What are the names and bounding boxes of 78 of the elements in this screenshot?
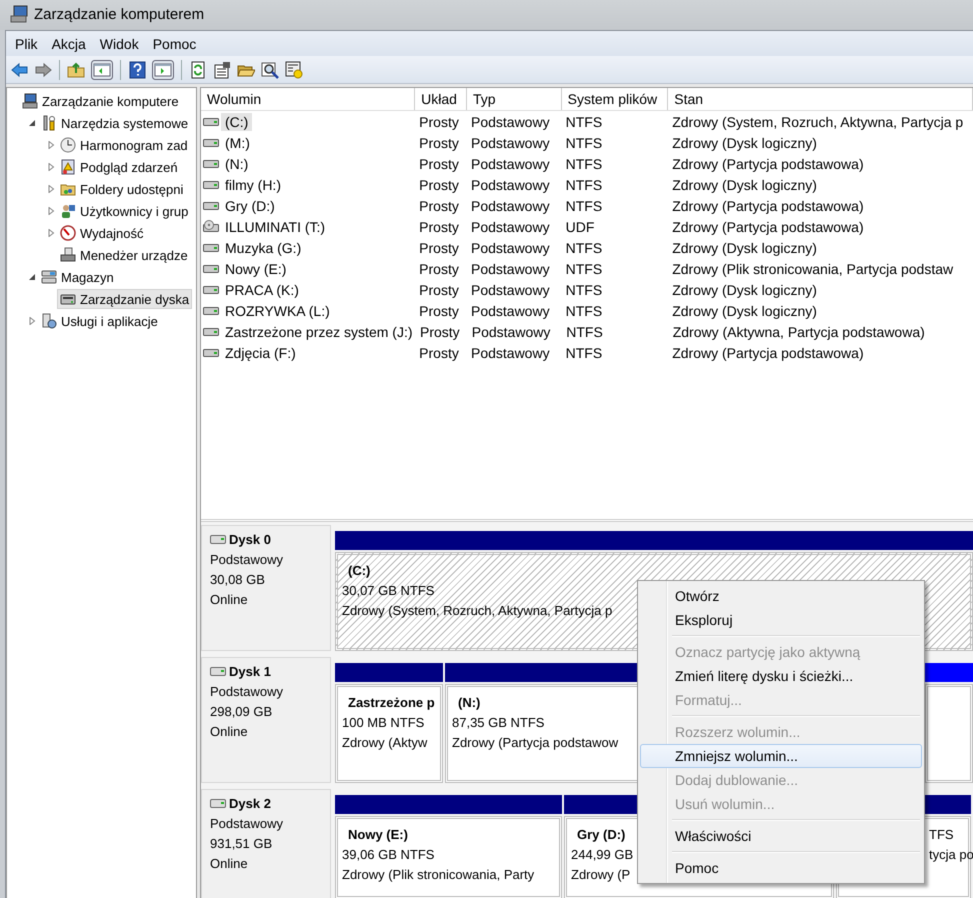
- window-title: Zarządzanie komputerem: [34, 6, 204, 22]
- partition-size: 100 MB NTFS: [342, 714, 424, 732]
- table-cell: Prosty: [419, 344, 459, 360]
- table-cell: Podstawowy: [470, 198, 550, 214]
- disk-size: 30,08 GB: [210, 571, 266, 589]
- partition-status: Zdrowy (Partycja podstawow: [452, 734, 618, 752]
- table-cell: NTFS: [566, 344, 602, 360]
- disk-size: 931,51 GB: [210, 835, 274, 853]
- table-cell: NTFS: [566, 324, 603, 340]
- disk-status: Online: [210, 855, 249, 873]
- partition-status: Zdrowy (P: [571, 866, 630, 884]
- table-cell: UDF: [566, 218, 594, 234]
- partition-status: Zdrowy (Plik stronicowania, Party: [342, 866, 534, 884]
- table-cell: NTFS: [566, 282, 602, 298]
- table-cell: NTFS: [566, 114, 602, 130]
- disk-size: 298,09 GB: [210, 703, 274, 721]
- table-cell: NTFS: [566, 302, 602, 318]
- partition-size: 87,35 GB NTFS: [452, 714, 544, 732]
- table-cell: Podstawowy: [470, 344, 550, 360]
- table-cell: Prosty: [419, 282, 459, 298]
- table-cell: Prosty: [420, 324, 460, 340]
- partition-size: 30,07 GB NTFS: [342, 582, 434, 600]
- disk-status: Online: [210, 723, 249, 741]
- partition-size: TFS: [929, 826, 954, 844]
- disk-name: Dysk 1: [229, 664, 271, 679]
- table-cell: NTFS: [566, 176, 602, 192]
- disk-type: Podstawowy: [210, 683, 284, 701]
- table-cell: NTFS: [566, 198, 602, 214]
- table-cell: NTFS: [566, 156, 602, 172]
- table-cell: NTFS: [566, 240, 602, 256]
- partition-size: 39,06 GB NTFS: [342, 846, 434, 864]
- table-cell: Podstawowy: [470, 176, 550, 192]
- table-cell: Zdrowy (Aktywna, Partycja podstawowa): [672, 324, 925, 340]
- disk-status: Online: [210, 591, 249, 609]
- table-cell: Zdrowy (Dysk logiczny): [672, 176, 817, 192]
- partition-label: (N:): [457, 694, 480, 712]
- table-cell: Prosty: [419, 134, 459, 150]
- table-cell: Prosty: [419, 302, 459, 318]
- partition-label: Gry (D:): [576, 826, 626, 844]
- table-cell: NTFS: [566, 134, 602, 150]
- table-cell: Podstawowy: [470, 302, 550, 318]
- table-cell: Podstawowy: [470, 218, 550, 234]
- disk-name: Dysk 2: [229, 796, 271, 811]
- table-cell: Podstawowy: [470, 134, 550, 150]
- partition-status: tycja po: [929, 846, 973, 864]
- table-cell: Podstawowy: [470, 156, 550, 172]
- table-cell: Prosty: [419, 218, 459, 234]
- table-cell: Podstawowy: [470, 282, 550, 298]
- table-cell: Zdrowy (Plik stronicowania, Partycja podstaw: [672, 260, 954, 276]
- table-cell: Prosty: [419, 198, 459, 214]
- disk-type: Podstawowy: [210, 551, 284, 569]
- table-cell: Prosty: [419, 114, 459, 130]
- partition-status: Zdrowy (Aktyw: [342, 734, 428, 752]
- table-cell: Podstawowy: [472, 324, 550, 340]
- partition-label: Zastrzeżone p: [347, 694, 435, 712]
- table-cell: Zdrowy (Partycja podstawowa): [672, 344, 864, 360]
- partition-status: Zdrowy (System, Rozruch, Aktywna, Partycja p: [342, 602, 612, 620]
- table-cell: NTFS: [566, 260, 602, 276]
- table-cell: Prosty: [419, 260, 459, 276]
- table-cell: Prosty: [419, 156, 459, 172]
- table-cell: Zdrowy (Partycja podstawowa): [672, 156, 864, 172]
- table-cell: Zdrowy (Dysk logiczny): [672, 134, 817, 150]
- partition-label: Nowy (E:): [347, 826, 408, 844]
- disk-type: Podstawowy: [210, 815, 284, 833]
- partition-size: 244,99 GB: [571, 846, 634, 864]
- table-cell: Podstawowy: [470, 114, 550, 130]
- table-cell: Zdrowy (Dysk logiczny): [672, 282, 817, 298]
- table-cell: Zdrowy (Dysk logiczny): [672, 240, 817, 256]
- table-cell: Zdrowy (System, Rozruch, Aktywna, Partycja p: [672, 114, 964, 130]
- table-cell: Zdrowy (Partycja podstawowa): [672, 218, 864, 234]
- table-cell: Prosty: [419, 176, 459, 192]
- partition-label: (C:): [347, 562, 370, 580]
- table-cell: Podstawowy: [470, 240, 550, 256]
- disk-name: Dysk 0: [229, 532, 271, 547]
- table-cell: Zdrowy (Partycja podstawowa): [672, 198, 864, 214]
- table-cell: Zdrowy (Dysk logiczny): [672, 302, 817, 318]
- table-cell: Prosty: [419, 240, 459, 256]
- table-cell: Podstawowy: [470, 260, 550, 276]
